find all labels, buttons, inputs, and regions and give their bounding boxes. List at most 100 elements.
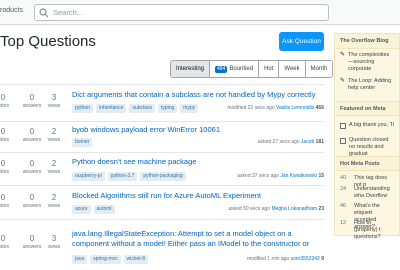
search-input[interactable]: Search... [34, 4, 329, 21]
tag[interactable]: wicket-8 [123, 255, 148, 264]
vote-count: 0votes [0, 193, 18, 209]
meta-item-text: A big thank you, Ti [349, 122, 394, 128]
vote-number: 0 [0, 159, 6, 168]
vote-number: 0 [0, 93, 6, 102]
user-link[interactable]: Megha Lokanadham [271, 206, 317, 212]
tab-label: Month [310, 66, 328, 72]
question-meta: modified 1 min ago user3552342 9 [247, 256, 324, 262]
tab-label: Week [284, 66, 300, 72]
view-count: 2 views [39, 127, 69, 143]
tag-list: raspberry-pi python-3.7 python-packaging [72, 172, 186, 181]
activity-time: modified 22 secs ago [227, 105, 275, 111]
vote-count: 0votes [0, 93, 18, 109]
right-sidebar: The Overflow Blog ✎ The complexities—sou… [334, 33, 400, 240]
blog-widget-title: The Overflow Blog [335, 34, 399, 49]
view-number: 2 [51, 127, 57, 136]
view-number: 2 [51, 193, 57, 202]
tab-hot[interactable]: Hot [259, 61, 280, 77]
hot-meta-item[interactable]: 24 Understanding wha Overflow [335, 184, 399, 201]
tag[interactable]: spring-mvc [90, 255, 121, 264]
meta-item[interactable]: Question closed no results and graduat [335, 134, 399, 157]
vote-label: votes [0, 203, 9, 209]
pencil-icon: ✎ [340, 52, 346, 58]
vote-count: 0votes [0, 127, 18, 143]
question-meta: asked 27 secs ago Jacob 181 [258, 139, 324, 145]
filter-tabs: Interesting 484 Bountied Hot Week Month [170, 60, 334, 78]
hot-meta-item[interactable]: 12 How to (properly) t questions? [335, 218, 399, 240]
ask-question-button[interactable]: Ask Question [279, 32, 324, 51]
view-label: views [47, 203, 61, 209]
tag[interactable]: automl [93, 205, 115, 214]
tab-label: Bountied [229, 66, 254, 72]
activity-time: modified 1 min ago [246, 256, 290, 262]
view-label: views [47, 169, 61, 175]
meta-item-text: Question closed no results and graduat [349, 137, 389, 157]
tag-list: botnet [72, 138, 92, 147]
blog-item[interactable]: ✎ The Loop: Adding help center [335, 75, 399, 101]
question-meta: modified 22 secs ago Vasilis Lemonidis 4… [227, 105, 324, 111]
tag-list: azure automl [72, 205, 115, 214]
question-row: 0votes 0answers 3views Dict arguments th… [0, 85, 324, 122]
activity-time: asked 50 secs ago [228, 206, 271, 212]
tab-month[interactable]: Month [305, 61, 333, 77]
tag[interactable]: azure [72, 205, 91, 214]
reputation: 23 [318, 206, 324, 212]
tag[interactable]: inheritance [96, 104, 127, 113]
tag[interactable]: subclass [129, 104, 155, 113]
vote-label: votes [0, 169, 9, 175]
vote-label: votes [0, 137, 9, 143]
top-bar: roducts Search... [0, 0, 400, 25]
bounty-count-badge: 484 [215, 65, 228, 73]
question-title-link[interactable]: java.lang.IllegalStateException: Attempt… [72, 229, 322, 249]
user-link[interactable]: Jan Kwiatkowski [280, 173, 317, 179]
hot-meta-item[interactable]: 46 What's the etiquett accepted answer? [335, 201, 399, 230]
blog-item[interactable]: ✎ The complexities—sourcing corporate [335, 49, 399, 75]
question-row: 0votes 0answers 3views java.lang.Illegal… [0, 220, 324, 270]
products-link[interactable]: roducts [0, 7, 23, 14]
question-title-link[interactable]: Blocked Algorithms still run for Azure A… [72, 191, 322, 201]
tag[interactable]: mypy [180, 104, 199, 113]
user-link[interactable]: Jacob [301, 139, 314, 145]
hot-item-text: This tag does not p [354, 175, 388, 188]
view-count: 2 views [39, 159, 69, 175]
tag[interactable]: botnet [72, 138, 92, 147]
view-label: views [47, 103, 61, 109]
tag[interactable]: python [72, 104, 94, 113]
tag[interactable]: python-packaging [140, 172, 186, 181]
activity-time: asked 27 secs ago [257, 139, 300, 145]
reputation: 466 [315, 105, 324, 111]
answer-count: 40 [340, 175, 347, 181]
question-title-link[interactable]: byob windows payload error WinError 1006… [72, 125, 322, 135]
hot-item-text: What's the etiquett accepted answer? [354, 203, 380, 230]
tab-label: Hot [264, 66, 274, 72]
user-link[interactable]: Vasilis Lemonidis [276, 105, 314, 111]
view-count: 3 views [39, 93, 69, 109]
user-link[interactable]: user3552342 [291, 256, 320, 262]
search-placeholder: Search... [53, 8, 84, 17]
view-label: views [47, 137, 61, 143]
question-row: 0votes 0answers 2views Blocked Algorithm… [0, 186, 324, 220]
activity-time: asked 37 secs ago [237, 173, 279, 179]
tab-week[interactable]: Week [279, 61, 306, 77]
vote-number: 0 [0, 127, 6, 136]
overflow-blog-widget: The Overflow Blog ✎ The complexities—sou… [334, 33, 400, 240]
question-title-link[interactable]: Dict arguments that contain a subclass a… [72, 90, 322, 100]
tag[interactable]: raspberry-pi [72, 172, 105, 181]
tab-bountied[interactable]: 484 Bountied [210, 61, 260, 77]
tag[interactable]: python-3.7 [107, 172, 138, 181]
featured-meta-title: Featured on Meta [335, 101, 399, 116]
tag[interactable]: typing [157, 104, 178, 113]
view-number: 3 [51, 93, 57, 102]
blog-item-text: The Loop: Adding help center [348, 78, 392, 91]
hot-meta-item[interactable]: 40 This tag does not p [335, 171, 399, 188]
meta-item[interactable]: A big thank you, Ti [335, 116, 399, 134]
question-row: 0votes 0answers 2views Python doesn't se… [0, 153, 324, 186]
tab-interesting[interactable]: Interesting [171, 61, 211, 77]
question-title-link[interactable]: Python doesn't see machine package [72, 157, 322, 167]
tag[interactable]: java [72, 255, 88, 264]
search-icon [39, 8, 49, 18]
view-number: 2 [51, 159, 57, 168]
view-count: 3 views [39, 234, 69, 250]
vote-count: 0votes [0, 234, 18, 250]
vote-count: 0votes [0, 159, 18, 175]
